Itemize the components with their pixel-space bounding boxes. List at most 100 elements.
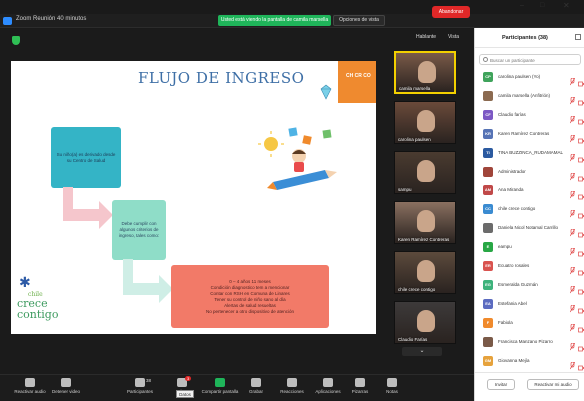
participant-video-feed — [417, 260, 435, 282]
participant-name: camila marsella (Anfitrión) — [498, 92, 551, 98]
participant-name: Ecuatro rosales — [498, 263, 530, 268]
flow-step-criteria-list: 0 – 4 años 11 meses Condición diagnostic… — [171, 265, 329, 328]
toolbar-label: Detener video — [51, 389, 81, 394]
brand-logo-text: crece contigo — [17, 297, 59, 321]
mic-muted-icon — [569, 168, 576, 180]
participant-name: TINA BUZZINCA_RUDAMAMAL — [498, 149, 564, 155]
participant-search — [479, 54, 581, 65]
mic-muted-icon — [25, 378, 35, 387]
mic-muted-icon — [569, 130, 576, 142]
participant-name: eampu — [498, 244, 512, 250]
share-screen-icon — [215, 378, 225, 387]
popout-icon[interactable] — [575, 34, 581, 40]
chat-badge: 3 — [185, 376, 192, 381]
avatar: ER — [483, 261, 493, 271]
participant-search-input[interactable] — [490, 56, 578, 64]
video-off-icon — [578, 187, 584, 200]
video-off-icon — [578, 301, 584, 314]
mic-muted-icon — [569, 338, 576, 350]
mic-muted-icon — [569, 319, 576, 331]
apps-icon — [323, 378, 333, 387]
video-off-icon — [578, 74, 584, 87]
video-off-icon — [578, 112, 584, 125]
participant-row[interactable]: EG Esmeralda Guzmán — [475, 276, 584, 295]
video-tile[interactable]: sampu — [394, 151, 456, 194]
window-title: Zoom Reunión 40 minutos — [16, 16, 87, 22]
screen-share-banner: Usted está viendo la pantalla de camila … — [218, 15, 331, 26]
security-shield-icon[interactable] — [12, 36, 20, 45]
view-options-button[interactable]: Opciones de vista — [333, 15, 385, 26]
invite-button[interactable]: Invitar — [487, 379, 515, 390]
gallery-next-page-button[interactable]: ⌄ — [402, 347, 442, 356]
video-tile[interactable]: carolina paulsen — [394, 101, 456, 144]
participant-row[interactable]: GM Giovanna Mejía — [475, 352, 584, 371]
avatar: EA — [483, 298, 493, 309]
participant-video-feed — [417, 210, 435, 232]
participant-name: Esmeralda Guzmán — [498, 281, 538, 287]
leave-meeting-button[interactable]: Abandonar — [432, 6, 470, 18]
video-tile[interactable]: chile crece contigo — [394, 251, 456, 294]
video-tile-name: sampu — [398, 187, 412, 192]
mic-muted-icon — [569, 73, 576, 86]
search-icon — [483, 57, 488, 62]
mic-muted-icon — [569, 262, 576, 275]
participants-icon — [135, 378, 145, 387]
video-tile[interactable]: Karen Ramírez Contreras — [394, 201, 456, 244]
video-gallery: camila marsella carolina paulsen sampu Kare… — [394, 51, 456, 356]
participant-name: Administrador — [498, 168, 526, 174]
participant-name: Fabiola — [498, 319, 513, 325]
close-icon[interactable]: ✕ — [563, 1, 570, 10]
chile-crece-contigo-logo: chile crece contigo — [14, 291, 74, 331]
notes-icon — [387, 378, 397, 387]
participant-name: carolina paulsen (Yo) — [498, 74, 541, 79]
toolbar-participants-button[interactable]: 38 Participantes — [116, 378, 164, 394]
gallery-view-button[interactable]: Vista — [448, 34, 459, 40]
participant-row[interactable]: CP carolina paulsen (Yo) — [475, 68, 584, 87]
participant-row[interactable]: KR Karen Ramírez Contreras — [475, 125, 584, 144]
participant-row[interactable]: Francisca Manzano Pizarro — [475, 333, 584, 352]
zoom-logo-icon — [3, 17, 12, 25]
avatar — [483, 336, 493, 347]
toolbar-notes-button[interactable]: Notas — [368, 378, 416, 394]
mic-muted-icon — [569, 186, 576, 199]
video-off-icon — [578, 282, 584, 295]
video-off-icon — [578, 206, 584, 219]
restore-icon[interactable]: □ — [540, 2, 544, 9]
participant-row[interactable]: CF Claudio farías — [475, 106, 584, 125]
flow-step-criteria: Debe cumplir con algunos criterios de in… — [112, 200, 166, 260]
avatar: CC — [483, 204, 493, 215]
criteria-item: No pertenecer a otro dispositivo de aten… — [205, 308, 295, 314]
speaker-view-button[interactable]: Hablante — [416, 34, 436, 40]
toolbar-video-button[interactable]: Detener video — [42, 378, 90, 394]
mic-muted-icon — [569, 281, 576, 294]
flow-arrow-down-right-icon — [123, 259, 173, 303]
avatar — [483, 166, 493, 177]
participant-row[interactable]: Daniela Nicol Notamal Carrillo — [475, 219, 584, 238]
mic-muted-icon — [569, 149, 576, 161]
participant-row[interactable]: AM Ana Miranda — [475, 181, 584, 200]
participant-row[interactable]: F Fabiola — [475, 314, 584, 333]
participant-video-feed — [417, 160, 435, 182]
unmute-self-button[interactable]: Reactivar mi audio — [527, 379, 579, 390]
participant-row[interactable]: CC chile crece contigo — [475, 200, 584, 219]
participant-row[interactable]: Eeampu — [475, 238, 584, 257]
participant-video-feed — [417, 110, 435, 132]
participant-row[interactable]: Administrador — [475, 163, 584, 182]
participant-video-feed — [418, 61, 436, 83]
participant-row[interactable]: TI TINA BUZZINCA_RUDAMAMAL — [475, 144, 584, 163]
program-logo-corner: CH CR CO — [338, 61, 376, 103]
video-tile[interactable]: Claudio Farías — [394, 301, 456, 344]
participant-name: Daniela Nicol Notamal Carrillo — [498, 225, 559, 231]
video-off-icon — [578, 225, 584, 238]
participant-row[interactable]: camila marsella (Anfitrión) — [475, 87, 584, 106]
avatar: E — [483, 242, 493, 253]
star-icon: ✱ — [19, 274, 31, 290]
minimize-icon[interactable]: – — [520, 2, 524, 9]
slide-title: FLUJO DE INGRESO — [138, 69, 305, 87]
mic-muted-icon — [569, 300, 576, 313]
participant-row[interactable]: ER Ecuatro rosales — [475, 257, 584, 276]
video-tile[interactable]: camila marsella — [394, 51, 456, 94]
participants-panel: Participantes (38) CP carolina paulsen (Y… — [474, 28, 584, 401]
participant-row[interactable]: EA Estefania Abel — [475, 295, 584, 314]
mic-muted-icon — [569, 205, 576, 218]
